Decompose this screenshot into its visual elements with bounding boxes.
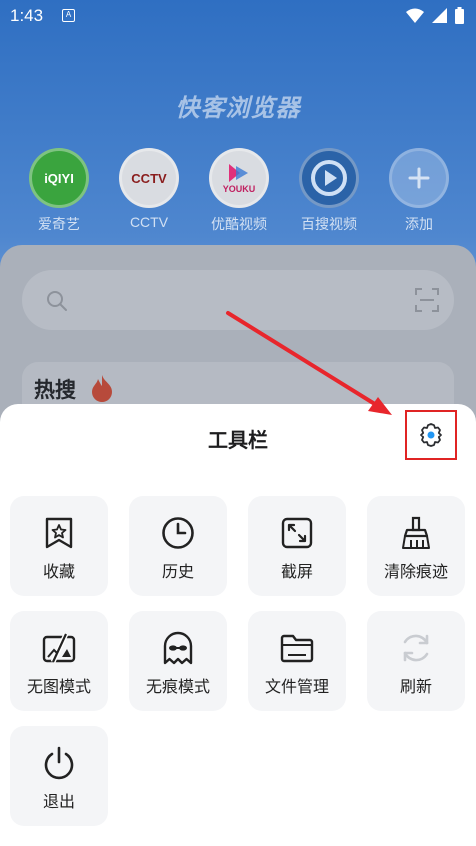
signal-icon <box>432 7 447 23</box>
toolbar-item-file-manager[interactable]: 文件管理 <box>248 611 346 711</box>
iqiyi-logo-text: iQIYI <box>44 170 74 186</box>
bookmark-star-icon <box>42 516 76 550</box>
power-icon <box>42 746 76 780</box>
youku-logo-text: YOUKU <box>222 184 256 194</box>
toolbar-item-label: 退出 <box>42 794 75 811</box>
toolbar-item-bookmarks[interactable]: 收藏 <box>10 496 108 596</box>
gear-icon <box>420 423 442 447</box>
cctv-logo: CCTV <box>119 148 179 208</box>
ghost-icon <box>161 631 195 665</box>
toolbar-item-label: 清除痕迹 <box>383 564 448 581</box>
scan-icon[interactable] <box>414 287 440 313</box>
folder-icon <box>280 631 314 665</box>
shortcut-youku[interactable]: YOUKU 优酷视频 <box>194 148 284 234</box>
plus-icon <box>389 148 449 208</box>
iqiyi-logo: iQIYI <box>29 148 89 208</box>
status-bar: 1:43 A <box>0 0 476 34</box>
search-icon <box>47 291 67 311</box>
toolbar-sheet: 工具栏 收藏 历史 截屏 清除痕迹 无图模式 无痕模式 文件管理 刷新 退出 <box>0 404 476 846</box>
toolbar-item-label: 刷新 <box>399 679 432 696</box>
hot-search-title: 热搜 <box>34 379 76 402</box>
sim-icon: A <box>62 9 75 22</box>
broom-icon <box>399 516 433 550</box>
fire-icon <box>92 375 112 402</box>
play-logo <box>299 148 359 208</box>
toolbar-item-screenshot[interactable]: 截屏 <box>248 496 346 596</box>
shortcut-row: iQIYI 爱奇艺 CCTV CCTV YOUKU 优酷视频 百搜视频 添加 <box>14 148 464 234</box>
shortcut-iqiyi[interactable]: iQIYI 爱奇艺 <box>14 148 104 234</box>
toolbar-item-label: 文件管理 <box>264 679 329 696</box>
toolbar-item-label: 无图模式 <box>26 679 91 696</box>
status-time: 1:43 <box>10 6 44 25</box>
shortcut-label: 添加 <box>405 216 433 232</box>
app-title: 快客浏览器 <box>175 95 301 122</box>
toolbar-item-label: 无痕模式 <box>145 679 210 696</box>
toolbar-item-label: 截屏 <box>280 564 313 581</box>
toolbar-item-clear-traces[interactable]: 清除痕迹 <box>367 496 465 596</box>
search-bar[interactable] <box>22 270 454 330</box>
toolbar-item-no-image-mode[interactable]: 无图模式 <box>10 611 108 711</box>
shortcut-label: 优酷视频 <box>211 216 267 232</box>
toolbar-item-history[interactable]: 历史 <box>129 496 227 596</box>
youku-mark-icon <box>229 164 248 182</box>
shortcut-label: 爱奇艺 <box>38 216 80 232</box>
shortcut-baisou[interactable]: 百搜视频 <box>284 148 374 234</box>
shortcut-add[interactable]: 添加 <box>374 148 464 234</box>
battery-icon <box>455 7 464 24</box>
clock-icon <box>161 516 195 550</box>
wifi-icon <box>406 8 424 23</box>
shortcut-label: CCTV <box>129 214 169 230</box>
youku-logo: YOUKU <box>209 148 269 208</box>
toolbar-item-refresh[interactable]: 刷新 <box>367 611 465 711</box>
shortcut-cctv[interactable]: CCTV CCTV <box>104 148 194 234</box>
refresh-icon <box>399 631 433 665</box>
toolbar-item-incognito-mode[interactable]: 无痕模式 <box>129 611 227 711</box>
no-image-icon <box>42 631 76 665</box>
screenshot-expand-icon <box>280 516 314 550</box>
toolbar-item-label: 收藏 <box>42 564 75 581</box>
toolbar-item-label: 历史 <box>161 564 194 581</box>
shortcut-label: 百搜视频 <box>301 216 357 232</box>
cctv-logo-text: CCTV <box>131 170 167 186</box>
toolbar-item-exit[interactable]: 退出 <box>10 726 108 826</box>
play-icon <box>311 160 347 196</box>
settings-button[interactable] <box>405 410 457 460</box>
